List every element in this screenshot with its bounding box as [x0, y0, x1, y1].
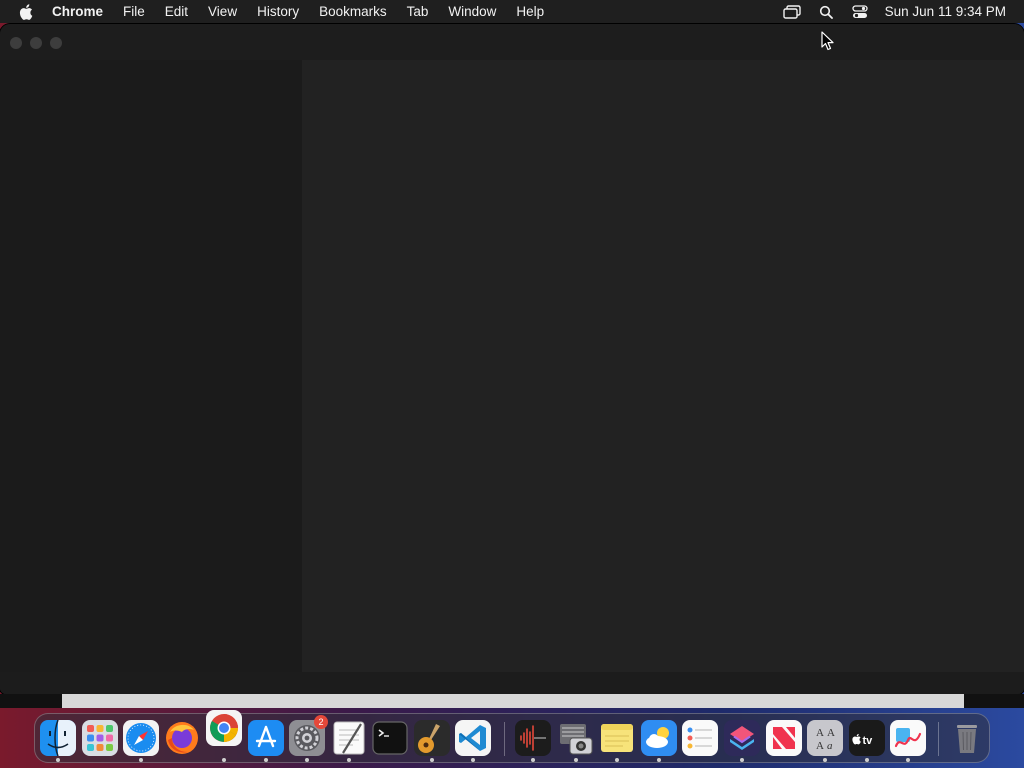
system-settings-icon[interactable]: 2 [289, 715, 328, 756]
running-indicator [305, 758, 309, 762]
running-indicator [56, 758, 60, 762]
svg-text:A: A [816, 740, 824, 752]
chrome-icon[interactable] [206, 710, 242, 746]
spotlight-search-icon[interactable] [809, 0, 843, 23]
window-sidebar-area [0, 60, 302, 694]
dock-divider [938, 722, 939, 756]
running-indicator [657, 758, 661, 762]
vscode-icon[interactable] [455, 720, 491, 756]
running-indicator [139, 758, 143, 762]
reminders-icon[interactable] [682, 720, 718, 756]
svg-text:A: A [827, 727, 835, 739]
dock: 2 A A A a tv [34, 710, 990, 763]
voice-memos-icon[interactable] [515, 720, 551, 756]
terminal-icon[interactable] [372, 720, 408, 756]
control-center-icon[interactable] [843, 0, 877, 23]
safari-icon[interactable] [123, 720, 159, 756]
zoom-window-button[interactable] [50, 37, 62, 49]
screen-mirroring-icon[interactable] [775, 0, 809, 23]
running-indicator [430, 758, 434, 762]
running-indicator [222, 758, 226, 762]
launchpad-icon[interactable] [82, 720, 118, 756]
menu-app-name[interactable]: Chrome [52, 4, 113, 19]
menu-file[interactable]: File [113, 4, 155, 19]
running-indicator [264, 758, 268, 762]
dock-divider [504, 722, 505, 756]
svg-text:a: a [827, 740, 833, 752]
shortcuts-icon[interactable] [724, 720, 760, 756]
firefox-icon[interactable] [164, 720, 200, 756]
running-indicator [615, 758, 619, 762]
menu-tab[interactable]: Tab [397, 4, 439, 19]
menu-bar: Chrome File Edit View History Bookmarks … [0, 0, 1024, 23]
close-window-button[interactable] [10, 37, 22, 49]
svg-text:tv: tv [863, 735, 874, 747]
notification-badge: 2 [314, 715, 328, 729]
svg-text:A: A [816, 727, 824, 739]
minimize-window-button[interactable] [30, 37, 42, 49]
finder-icon[interactable] [40, 719, 76, 757]
news-icon[interactable] [766, 720, 802, 756]
running-indicator [531, 758, 535, 762]
menu-window[interactable]: Window [438, 4, 506, 19]
running-indicator [865, 758, 869, 762]
running-indicator [471, 758, 475, 762]
menu-edit[interactable]: Edit [155, 4, 198, 19]
weather-icon[interactable] [641, 720, 677, 756]
menu-history[interactable]: History [247, 4, 309, 19]
app-store-icon[interactable] [248, 720, 284, 756]
window-bottom-bar [0, 672, 1024, 694]
stickies-icon[interactable] [599, 720, 635, 756]
window-content-area [302, 60, 1024, 672]
window-shadow-strip [0, 694, 1024, 708]
running-indicator [347, 758, 351, 762]
apple-tv-icon[interactable]: tv [849, 720, 885, 756]
menu-help[interactable]: Help [506, 4, 554, 19]
garageband-icon[interactable] [414, 720, 450, 756]
running-indicator [823, 758, 827, 762]
running-indicator [906, 758, 910, 762]
running-indicator [740, 758, 744, 762]
menu-bookmarks[interactable]: Bookmarks [309, 4, 397, 19]
running-indicator [574, 758, 578, 762]
screenshot-icon[interactable] [558, 720, 594, 756]
apple-menu-icon[interactable] [0, 3, 52, 20]
textedit-icon[interactable] [331, 720, 367, 756]
menu-view[interactable]: View [198, 4, 247, 19]
chrome-window [0, 24, 1024, 694]
window-titlebar[interactable] [0, 24, 1024, 60]
trash-icon[interactable] [949, 720, 985, 756]
mouse-cursor-icon [821, 31, 834, 51]
font-book-icon[interactable]: A A A a [807, 720, 843, 756]
menubar-clock[interactable]: Sun Jun 11 9:34 PM [877, 4, 1024, 19]
freeform-icon[interactable] [890, 720, 926, 756]
